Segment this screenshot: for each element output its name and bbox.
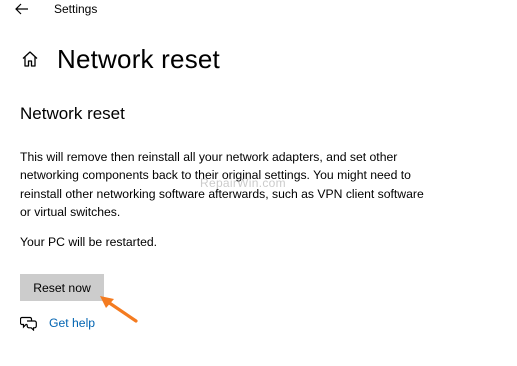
pointer-arrow-icon [100,296,138,323]
watermark: RepairWin.com [200,176,286,190]
get-help-link[interactable]: Get help [49,316,95,330]
back-arrow-icon [15,3,28,15]
home-icon[interactable] [20,49,40,69]
title-bar: Settings [0,0,517,20]
back-button[interactable] [10,0,34,18]
chat-help-icon [20,314,38,332]
section-heading: Network reset [20,104,125,123]
reset-now-button[interactable]: Reset now [20,274,104,301]
get-help-row[interactable]: Get help [20,314,95,332]
restart-note: Your PC will be restarted. [20,235,158,249]
page-title: Network reset [57,43,220,74]
app-title: Settings [54,2,98,16]
page-header: Network reset [20,42,220,76]
